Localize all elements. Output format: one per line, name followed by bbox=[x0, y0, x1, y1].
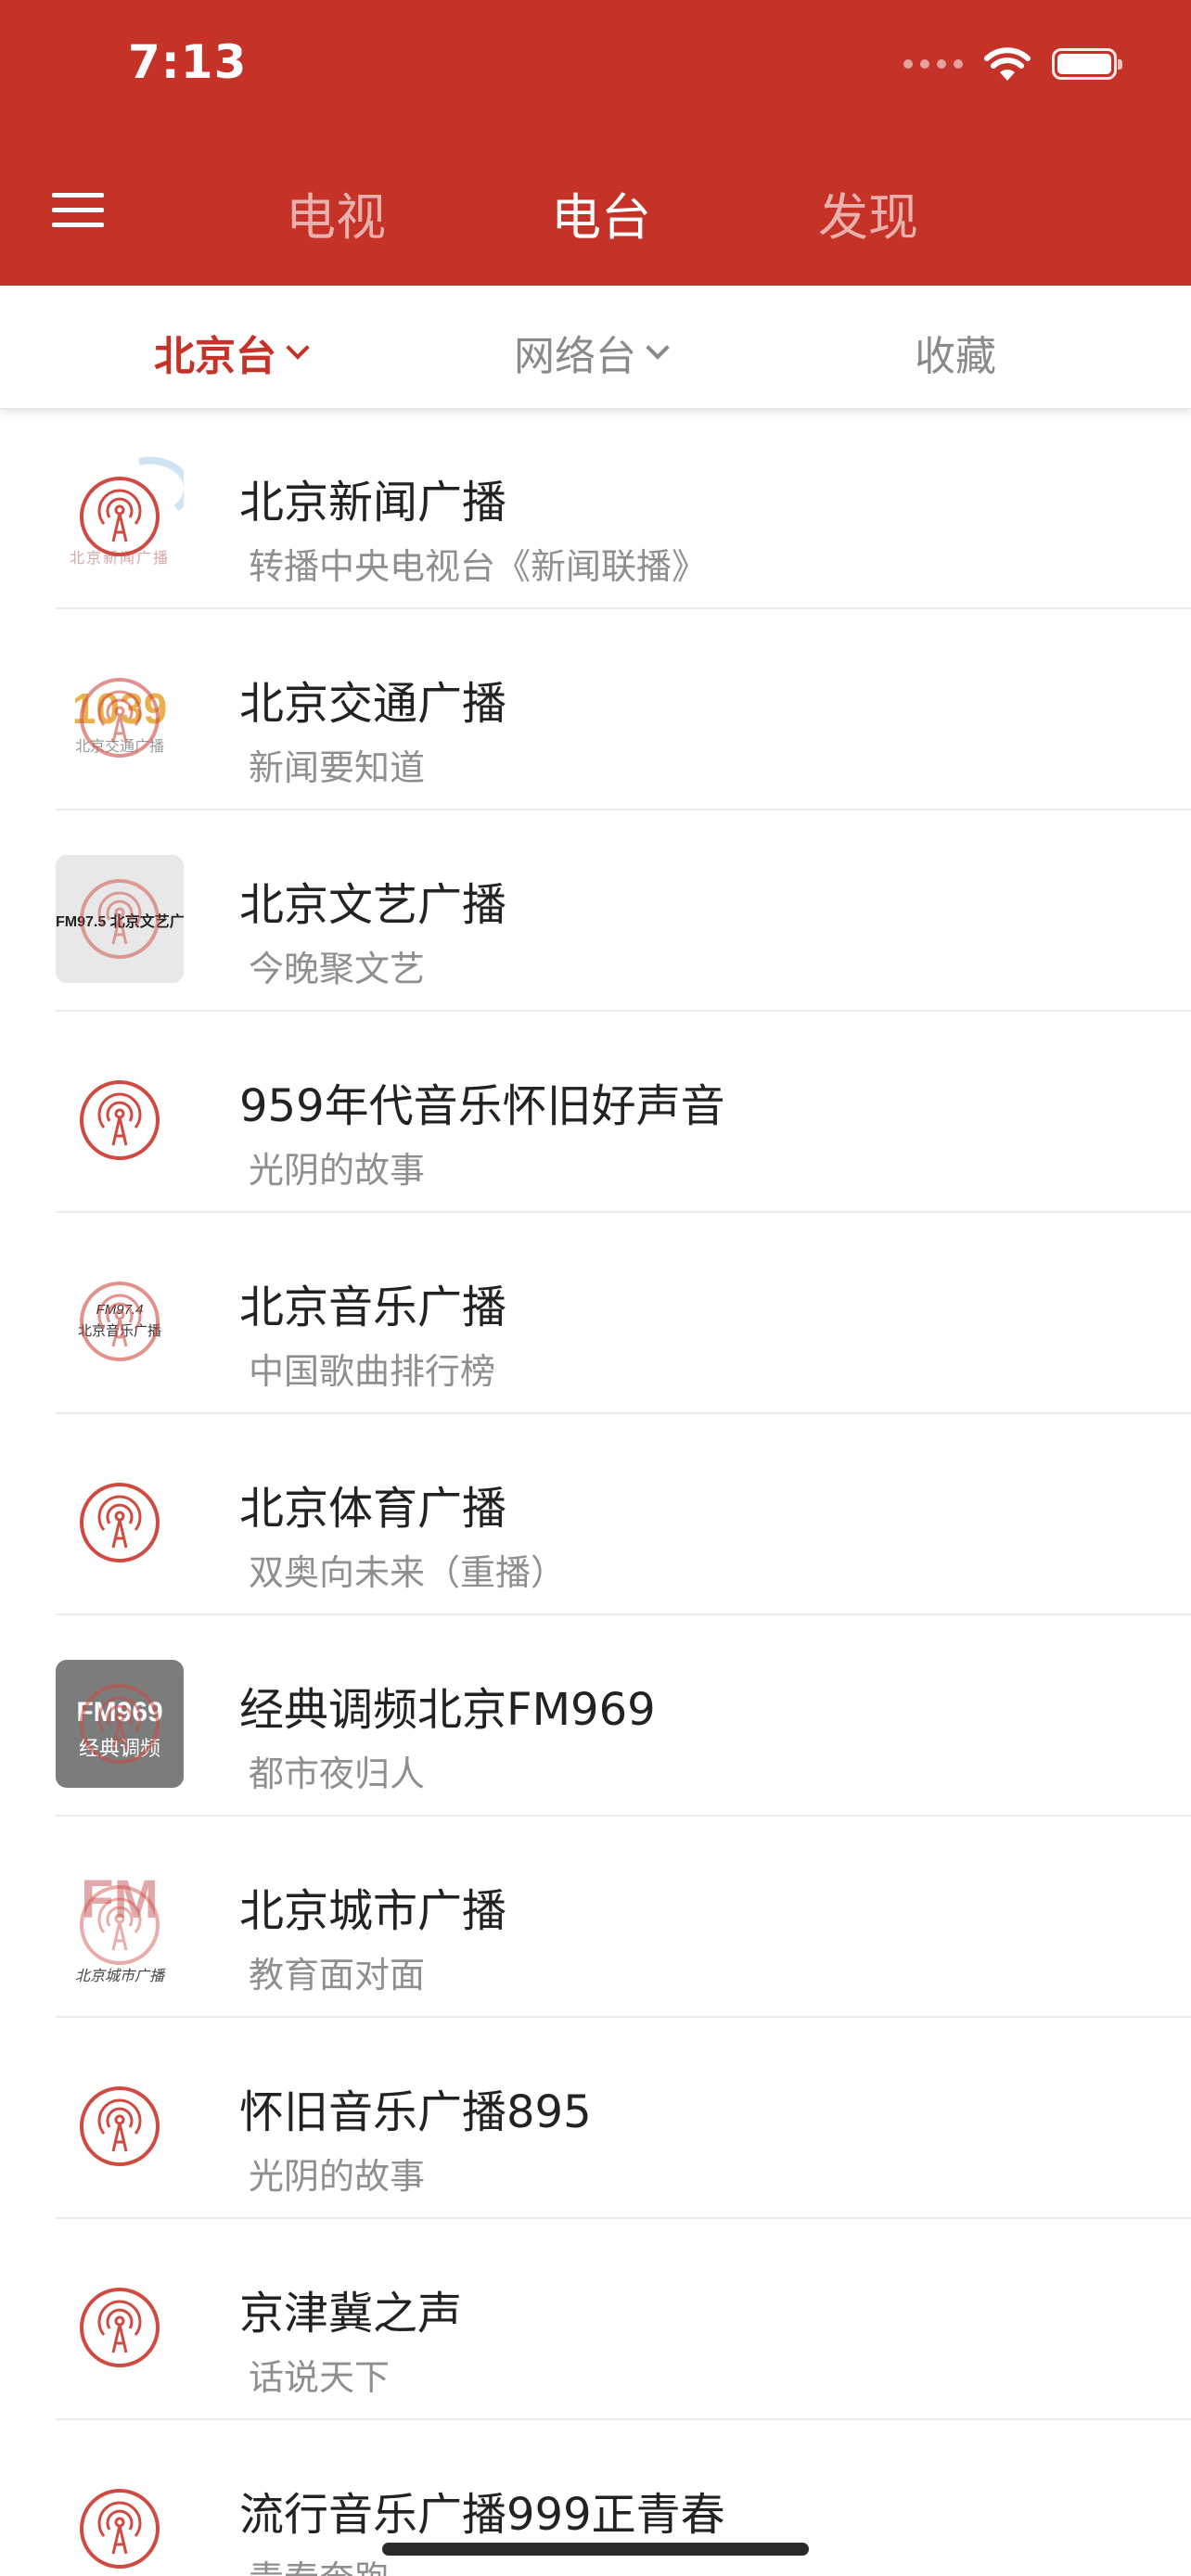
list-item[interactable]: 1039 北京交通广播 北京交通广播 新闻要知道 bbox=[0, 609, 1191, 810]
beijing-news-logo: 北京新闻广播 bbox=[56, 453, 184, 580]
station-logo bbox=[56, 1056, 184, 1184]
station-title: 北京交通广播 bbox=[239, 678, 507, 730]
radio-tower-icon bbox=[80, 1080, 160, 1160]
station-list: 北京新闻广播 北京新闻广播 转播中央电视台《新闻联播》 1039 北京交通广播 bbox=[0, 408, 1191, 2576]
station-program: 话说天下 bbox=[249, 2357, 391, 2398]
beijing-traffic-1039-logo: 1039 北京交通广播 bbox=[56, 654, 184, 782]
station-title: 北京城市广播 bbox=[239, 1885, 507, 1937]
subtab-beijing-label: 北京台 bbox=[154, 333, 276, 380]
station-logo bbox=[56, 1459, 184, 1587]
radio-tower-icon bbox=[80, 2489, 160, 2569]
subtab-bar: 北京台 网络台 收藏 bbox=[0, 286, 1191, 409]
radio-tower-icon bbox=[80, 1282, 160, 1361]
beijing-city-fm-logo: FM 北京城市广播 bbox=[56, 1861, 184, 1989]
station-program: 光阴的故事 bbox=[249, 2156, 426, 2197]
list-item[interactable]: 959年代音乐怀旧好声音 光阴的故事 bbox=[0, 1012, 1191, 1213]
list-item[interactable]: FM97.4 北京音乐广播 北京音乐广播 中国歌曲排行榜 bbox=[0, 1213, 1191, 1414]
station-program: 青春奔跑 bbox=[249, 2550, 390, 2576]
list-item[interactable]: 怀旧音乐广播895 光阴的故事 bbox=[0, 2018, 1191, 2219]
cellular-signal-icon bbox=[903, 59, 963, 69]
station-title: 北京音乐广播 bbox=[239, 1282, 507, 1333]
wifi-icon bbox=[984, 47, 1031, 81]
station-title: 北京体育广播 bbox=[239, 1483, 507, 1535]
subtab-beijing[interactable]: 北京台 bbox=[154, 323, 310, 382]
subtab-network[interactable]: 网络台 bbox=[514, 323, 670, 382]
list-item[interactable]: FM969 经典调频 经典调频北京FM969 都市夜归人 bbox=[0, 1615, 1191, 1817]
menu-button[interactable] bbox=[52, 184, 104, 236]
beijing-arts-fm975-logo: FM97.5 北京文艺广播 bbox=[56, 855, 184, 983]
radio-tower-icon bbox=[80, 477, 160, 556]
station-program: 转播中央电视台《新闻联播》 bbox=[249, 546, 708, 587]
tab-tv[interactable]: 电视 bbox=[286, 176, 386, 249]
station-program: 中国歌曲排行榜 bbox=[249, 1351, 496, 1392]
station-logo bbox=[56, 2465, 184, 2576]
subtab-favorites-label: 收藏 bbox=[915, 333, 996, 380]
station-title: 怀旧音乐广播895 bbox=[239, 2086, 592, 2138]
radio-tower-icon bbox=[80, 879, 160, 959]
app-screen: 7:13 电视 电台 发现 北京台 网络台 收藏 北京新闻广播 北京新闻广播 转… bbox=[0, 0, 1191, 2576]
list-item[interactable]: 京津冀之声 话说天下 bbox=[0, 2219, 1191, 2420]
station-program: 光阴的故事 bbox=[249, 1150, 426, 1191]
radio-tower-icon bbox=[80, 1885, 160, 1965]
tab-discover[interactable]: 发现 bbox=[818, 176, 918, 249]
station-logo bbox=[56, 2264, 184, 2391]
classic-fm969-logo: FM969 经典调频 bbox=[56, 1660, 184, 1788]
list-item[interactable]: FM 北京城市广播 北京城市广播 教育面对面 bbox=[0, 1817, 1191, 2018]
station-title: 经典调频北京FM969 bbox=[239, 1684, 656, 1736]
station-program: 今晚聚文艺 bbox=[249, 949, 426, 989]
battery-icon bbox=[1052, 48, 1122, 80]
list-item[interactable]: FM97.5 北京文艺广播 北京文艺广播 今晚聚文艺 bbox=[0, 810, 1191, 1012]
radio-tower-icon bbox=[80, 2086, 160, 2166]
station-title: 北京新闻广播 bbox=[239, 477, 507, 529]
radio-tower-icon bbox=[80, 2288, 160, 2367]
station-program: 教育面对面 bbox=[249, 1955, 426, 1996]
station-program: 都市夜归人 bbox=[249, 1753, 426, 1794]
station-title: 959年代音乐怀旧好声音 bbox=[239, 1080, 725, 1132]
subtab-favorites[interactable]: 收藏 bbox=[915, 323, 996, 382]
radio-tower-icon bbox=[80, 678, 160, 758]
list-item[interactable]: 北京新闻广播 北京新闻广播 转播中央电视台《新闻联播》 bbox=[0, 408, 1191, 609]
beijing-music-fm974-logo: FM97.4 北京音乐广播 bbox=[56, 1257, 184, 1385]
station-program: 双奥向未来（重播） bbox=[249, 1552, 567, 1593]
home-indicator[interactable] bbox=[382, 2543, 809, 2556]
status-indicators bbox=[903, 41, 1122, 87]
subtab-network-label: 网络台 bbox=[514, 333, 636, 380]
station-title: 流行音乐广播999正青春 bbox=[239, 2489, 725, 2541]
station-title: 京津冀之声 bbox=[239, 2288, 463, 2340]
list-item[interactable]: 北京体育广播 双奥向未来（重播） bbox=[0, 1414, 1191, 1615]
chevron-down-icon bbox=[286, 336, 310, 360]
radio-tower-icon bbox=[80, 1483, 160, 1562]
station-title: 北京文艺广播 bbox=[239, 879, 507, 931]
radio-tower-icon bbox=[80, 1684, 160, 1764]
header-bar: 7:13 电视 电台 发现 bbox=[0, 0, 1191, 286]
status-time: 7:13 bbox=[128, 35, 248, 89]
station-logo bbox=[56, 2062, 184, 2190]
chevron-down-icon bbox=[646, 336, 670, 360]
tab-radio[interactable]: 电台 bbox=[551, 176, 651, 249]
station-program: 新闻要知道 bbox=[249, 747, 426, 788]
